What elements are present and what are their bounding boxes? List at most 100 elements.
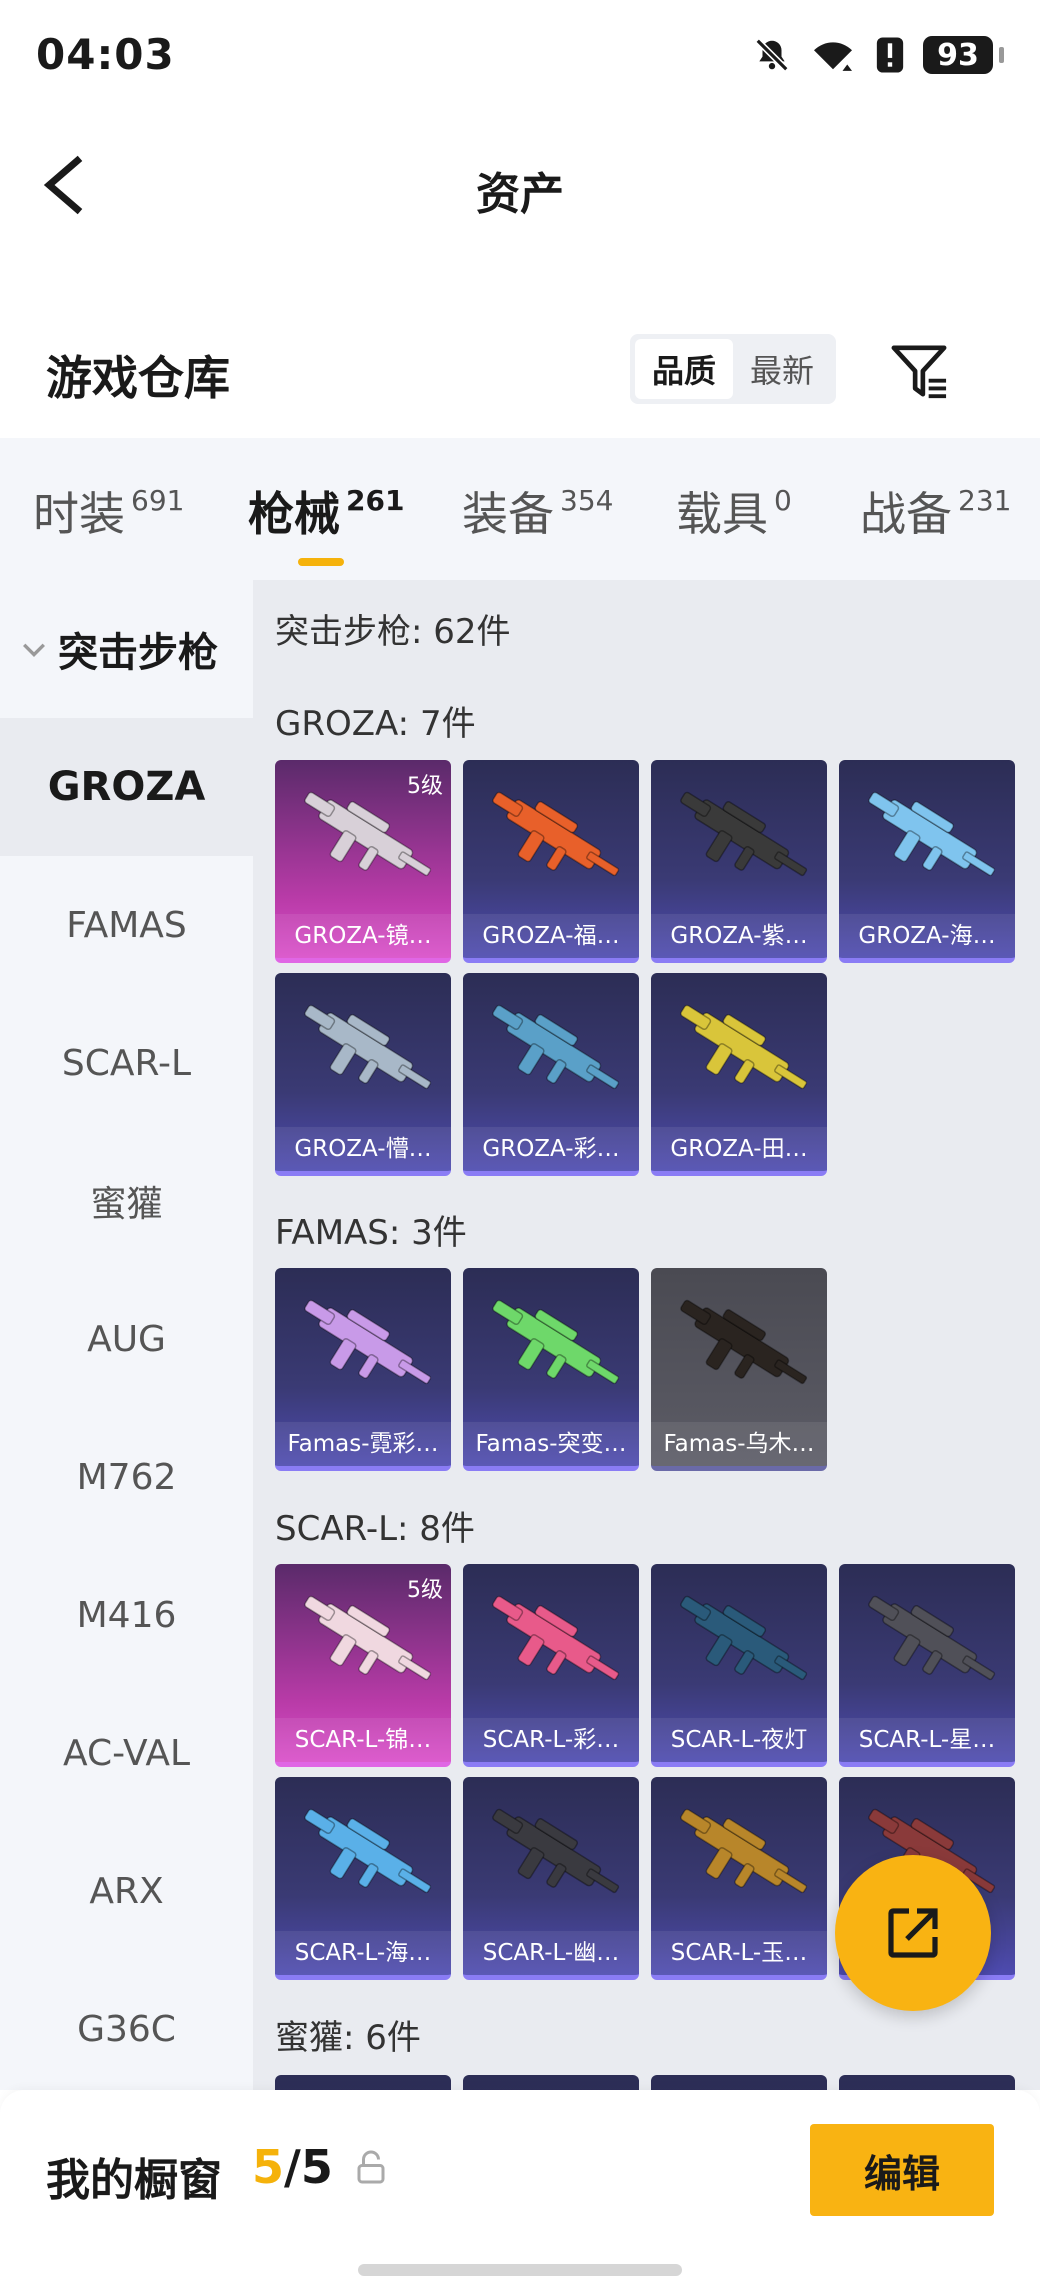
weapon-skin-image [680,1299,808,1385]
sort-by-quality[interactable]: 品质 [635,339,733,399]
tab-outfits[interactable]: 时装 691 [33,478,184,544]
sidebar-item-m416[interactable]: M416 [0,1546,253,1684]
weapon-skin-image [492,791,620,877]
weapon-card[interactable] [839,2075,1015,2090]
weapon-skin-image [492,1808,620,1894]
weapon-skin-image [304,1808,432,1894]
category-summary: 突击步枪: 62件 [275,612,511,652]
sidebar-item-famas[interactable]: FAMAS [0,856,253,994]
weapon-skin-image [839,2075,1015,2090]
weapon-skin-image [868,791,996,877]
weapon-card[interactable]: SCAR-L-星… [839,1564,1015,1767]
sort-toggle: 品质 最新 [630,334,836,404]
weapon-skin-image [463,2075,639,2090]
showcase-count-total: 5 [300,2140,333,2194]
weapon-card-name: GROZA-海… [839,914,1015,958]
app-header: 资产 [0,120,1040,250]
weapon-card-name: SCAR-L-幽… [463,1931,639,1975]
weapon-card[interactable]: SCAR-L-夜灯 [651,1564,827,1767]
edit-button[interactable]: 编辑 [810,2124,994,2216]
sidebar-item-aug[interactable]: AUG [0,1270,253,1408]
mute-bell-icon [755,38,789,72]
tab-label: 战备 [860,487,952,541]
weapon-skin-image [492,1004,620,1090]
showcase-title: 我的橱窗 [46,2155,222,2206]
weapon-card-name: GROZA-懵… [275,1127,451,1171]
rarity-level-badge: 5级 [407,1578,443,1603]
weapon-card-name: SCAR-L-彩… [463,1718,639,1762]
weapon-card[interactable]: 5级 SCAR-L-锦… [275,1564,451,1767]
weapon-card[interactable]: Famas-突变… [463,1268,639,1471]
weapon-card[interactable]: Famas-霓彩… [275,1268,451,1471]
sidebar-item-groza[interactable]: GROZA [0,718,253,856]
tab-count: 0 [774,484,792,517]
weapon-skin-image [304,1004,432,1090]
alert-icon [876,37,904,73]
weapon-card-name: SCAR-L-星… [839,1718,1015,1762]
weapon-card-name: Famas-乌木… [651,1422,827,1466]
battery-indicator: 93 [923,36,993,74]
weapon-card[interactable]: GROZA-海… [839,760,1015,963]
external-link-icon [888,1908,938,1958]
weapon-skin-image [680,791,808,877]
weapon-card[interactable]: GROZA-福… [463,760,639,963]
weapon-skin-image [680,1808,808,1894]
weapon-skin-image [304,1299,432,1385]
sidebar-item-ac-val[interactable]: AC-VAL [0,1684,253,1822]
status-icons: 93 [753,36,1004,74]
weapon-card[interactable]: SCAR-L-彩… [463,1564,639,1767]
weapon-card-name: GROZA-彩… [463,1127,639,1171]
weapon-card[interactable]: 5级 GROZA-镜… [275,760,451,963]
tab-count: 691 [131,484,185,517]
section-header-honey-badger: 蜜獾: 6件 [275,2018,421,2058]
tab-label: 时装 [33,487,125,541]
weapon-card-name: SCAR-L-玉… [651,1931,827,1975]
wifi-icon [814,42,852,71]
tab-count: 261 [346,484,405,517]
sidebar-group-assault-rifles[interactable]: 突击步枪 [0,580,253,718]
showcase-bar: 我的橱窗 5/5 编辑 [0,2090,1040,2295]
showcase-count-current: 5 [252,2140,285,2194]
weapon-card-name: SCAR-L-夜灯 [651,1718,827,1762]
sidebar-item-arx[interactable]: ARX [0,1822,253,1960]
weapon-skin-image [868,1595,996,1681]
share-fab[interactable] [835,1855,991,2011]
weapon-card[interactable]: GROZA-紫… [651,760,827,963]
tab-label: 枪械 [248,487,340,541]
sort-by-newest[interactable]: 最新 [733,339,831,399]
tab-gear[interactable]: 战备 231 [860,478,1011,544]
weapon-card[interactable]: SCAR-L-海… [275,1777,451,1980]
tab-guns[interactable]: 枪械 261 [248,478,405,566]
weapon-card-name: Famas-霓彩… [275,1422,451,1466]
tab-label: 装备 [462,487,554,541]
weapon-card-name: GROZA-镜… [275,914,451,958]
weapon-card[interactable]: GROZA-懵… [275,973,451,1176]
weapon-card[interactable] [463,2075,639,2090]
category-tabs: 时装 691 枪械 261 装备 354 载具 0 战备 231 [0,438,1040,580]
status-time: 04:03 [36,30,175,79]
weapon-card[interactable] [275,2075,451,2090]
weapon-card-name: SCAR-L-锦… [275,1718,451,1762]
tab-active-indicator [298,558,344,566]
sidebar-group-label: 突击步枪 [58,630,218,676]
weapon-card[interactable]: GROZA-彩… [463,973,639,1176]
sidebar-item-g36c[interactable]: G36C [0,1960,253,2098]
tab-vehicles[interactable]: 载具 0 [676,478,792,544]
weapon-card[interactable] [651,2075,827,2090]
section-header-groza: GROZA: 7件 [275,704,476,744]
sidebar-item-m762[interactable]: M762 [0,1408,253,1546]
weapon-card-name: GROZA-紫… [651,914,827,958]
tab-equipment[interactable]: 装备 354 [462,478,613,544]
weapon-card[interactable]: Famas-乌木… [651,1268,827,1471]
section-header-scar-l: SCAR-L: 8件 [275,1509,475,1549]
showcase-count-separator: / [284,2140,301,2194]
home-indicator [358,2264,682,2276]
weapon-card[interactable]: SCAR-L-幽… [463,1777,639,1980]
sidebar-item-honey-badger[interactable]: 蜜獾 [0,1132,253,1270]
weapon-card[interactable]: GROZA-田… [651,973,827,1176]
sidebar-item-scar-l[interactable]: SCAR-L [0,994,253,1132]
warehouse-header: 游戏仓库 品质 最新 [0,320,1040,440]
filter-icon[interactable] [890,342,948,400]
weapon-card[interactable]: SCAR-L-玉… [651,1777,827,1980]
weapon-skin-image [275,2075,451,2090]
